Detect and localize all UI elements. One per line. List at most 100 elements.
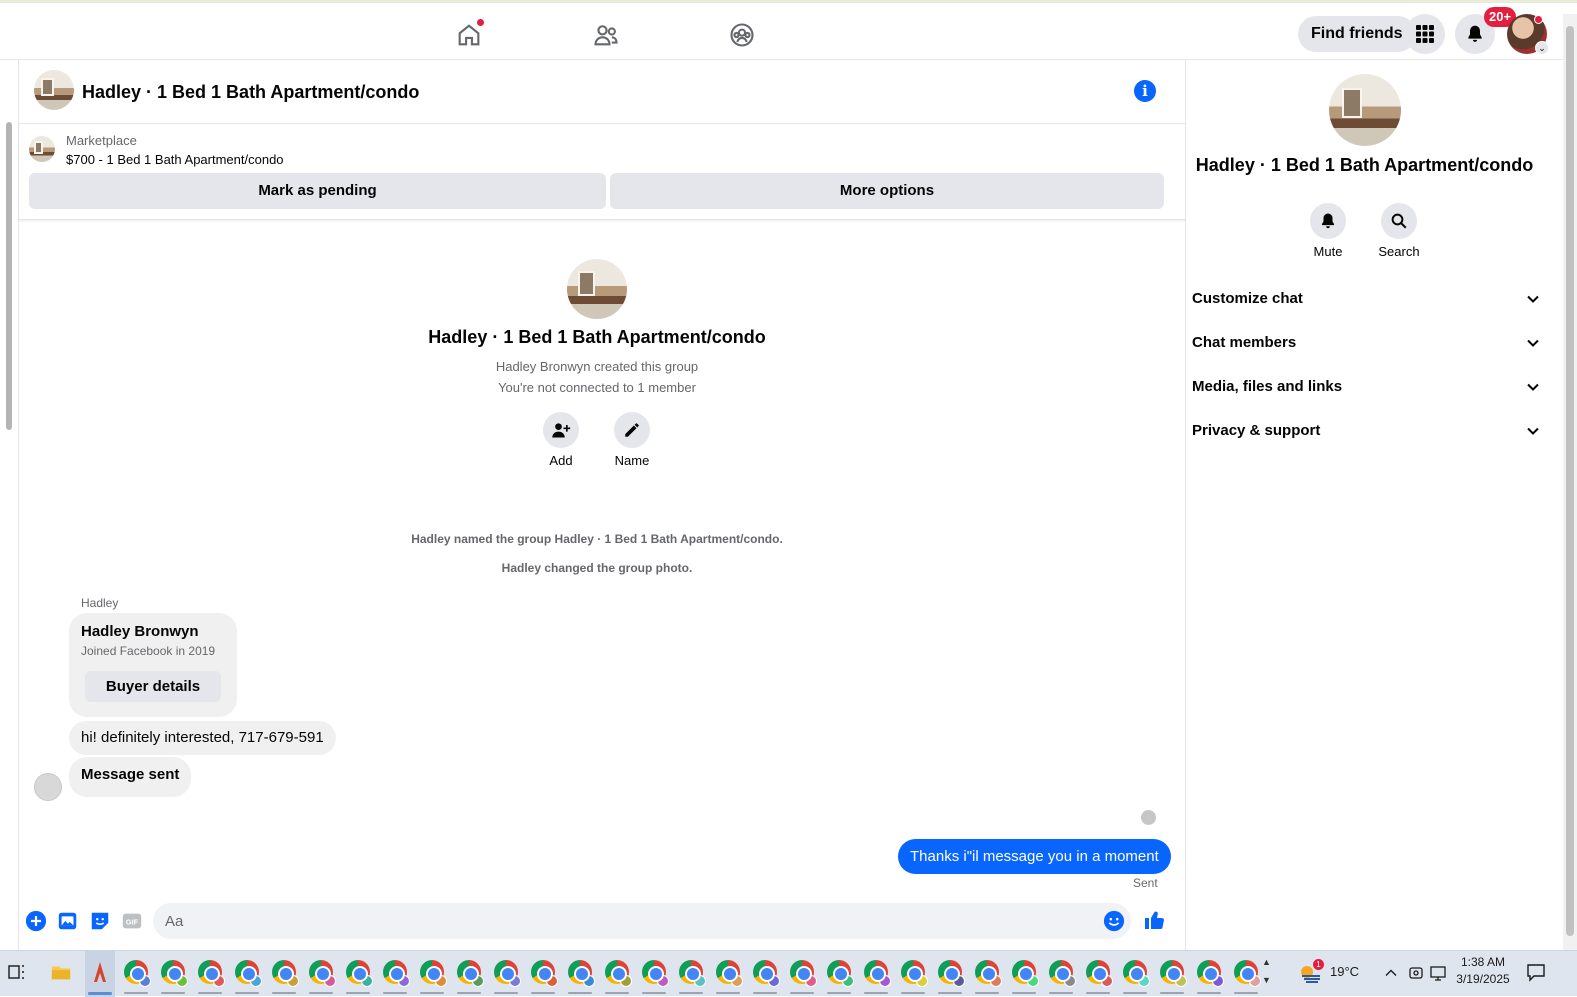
media-files-links-section[interactable]: Media, files and links: [1192, 367, 1542, 407]
notification-center-icon[interactable]: [1526, 962, 1546, 982]
message-input[interactable]: [153, 903, 1131, 939]
profile-badge-icon: [176, 975, 188, 987]
privacy-support-section[interactable]: Privacy & support: [1192, 411, 1542, 451]
chrome-browser-icon[interactable]: [642, 960, 669, 987]
chrome-browser-icon[interactable]: [124, 960, 151, 987]
sticker-icon[interactable]: [89, 910, 111, 932]
add-person-icon: [552, 423, 571, 438]
photo-icon[interactable]: [57, 910, 79, 932]
chrome-browser-icon[interactable]: [568, 960, 595, 987]
chrome-browser-icon[interactable]: [235, 960, 262, 987]
friends-nav-button[interactable]: [586, 15, 626, 55]
running-indicator: [1160, 992, 1184, 994]
gif-icon[interactable]: GIF: [121, 910, 143, 932]
system-clock[interactable]: 1:38 AM 3/19/2025: [1440, 954, 1526, 988]
chrome-browser-icon[interactable]: [161, 960, 188, 987]
chat-title[interactable]: Hadley · 1 Bed 1 Bath Apartment/condo: [82, 82, 419, 103]
chrome-browser-icon[interactable]: [1197, 960, 1224, 987]
task-view-icon[interactable]: [8, 962, 28, 982]
chevron-up-icon[interactable]: [1384, 966, 1398, 980]
running-indicator: [938, 992, 962, 994]
active-indicator: [88, 992, 112, 995]
chrome-browser-icon[interactable]: [716, 960, 743, 987]
chat-scrollbar[interactable]: [3, 110, 15, 950]
chevron-down-icon[interactable]: ⌄: [1535, 41, 1549, 55]
chat-members-section[interactable]: Chat members: [1192, 323, 1542, 363]
group-avatar[interactable]: [34, 70, 74, 110]
chrome-browser-icon[interactable]: [457, 960, 484, 987]
chrome-browser-icon[interactable]: [790, 960, 817, 987]
running-indicator: [753, 992, 777, 994]
more-options-button[interactable]: More options: [610, 173, 1164, 209]
running-indicator: [346, 992, 370, 994]
chrome-browser-icon[interactable]: [938, 960, 965, 987]
chrome-browser-icon[interactable]: [1234, 960, 1261, 987]
intro-created-by: Hadley Bronwyn created this group: [495, 359, 699, 374]
chrome-browser-icon[interactable]: [272, 960, 299, 987]
buyer-profile-card: Hadley Bronwyn Joined Facebook in 2019 B…: [69, 613, 237, 717]
profile-badge-icon: [657, 975, 669, 987]
chrome-browser-icon[interactable]: [679, 960, 706, 987]
chrome-browser-icon[interactable]: [1012, 960, 1039, 987]
search-button[interactable]: Search: [1369, 203, 1429, 259]
mute-button[interactable]: Mute: [1298, 203, 1358, 259]
running-indicator: [568, 992, 592, 994]
page-scrollbar-thumb[interactable]: [1566, 26, 1574, 936]
plus-circle-icon[interactable]: [25, 910, 47, 932]
thumbs-up-icon[interactable]: [1143, 908, 1167, 932]
add-member-button[interactable]: Add: [531, 412, 591, 468]
profile-badge-icon: [620, 975, 632, 987]
groups-nav-button[interactable]: [722, 15, 762, 55]
customize-chat-section[interactable]: Customize chat: [1192, 279, 1542, 319]
chrome-browser-icon[interactable]: [1049, 960, 1076, 987]
chrome-browser-icon[interactable]: [346, 960, 373, 987]
running-indicator: [975, 992, 999, 994]
chrome-browser-icon[interactable]: [494, 960, 521, 987]
buyer-name: Hadley Bronwyn: [81, 623, 199, 640]
chrome-browser-icon[interactable]: [309, 960, 336, 987]
chrome-browser-icon[interactable]: [1123, 960, 1150, 987]
mark-as-pending-button[interactable]: Mark as pending: [29, 173, 606, 209]
chrome-browser-icon[interactable]: [198, 960, 225, 987]
chrome-browser-icon[interactable]: [531, 960, 558, 987]
menu-grid-icon: [1416, 25, 1434, 43]
find-friends-button[interactable]: Find friends: [1298, 16, 1416, 52]
listing-thumbnail[interactable]: [29, 136, 55, 162]
home-nav-button[interactable]: [449, 15, 489, 55]
emoji-icon[interactable]: [1103, 910, 1125, 932]
add-member-label: Add: [549, 453, 573, 468]
chrome-browser-icon[interactable]: [901, 960, 928, 987]
buyer-details-button[interactable]: Buyer details: [85, 671, 221, 702]
chrome-browser-icon[interactable]: [1160, 960, 1187, 987]
info-icon[interactable]: i: [1134, 80, 1156, 102]
name-group-button[interactable]: Name: [602, 412, 662, 468]
taskbar-scroll-control[interactable]: ▲ ▼: [1262, 953, 1274, 993]
chrome-browser-icon[interactable]: [1086, 960, 1113, 987]
app-icon[interactable]: [89, 960, 111, 984]
chat-scrollbar-thumb[interactable]: [6, 122, 12, 430]
listing-title[interactable]: $700 - 1 Bed 1 Bath Apartment/condo: [66, 152, 284, 167]
incoming-message-bubble[interactable]: hi! definitely interested, 717-679-591: [69, 721, 336, 755]
listing-source: Marketplace: [66, 133, 137, 148]
chrome-browser-icon[interactable]: [383, 960, 410, 987]
profile-badge-icon: [324, 975, 336, 987]
intro-group-avatar[interactable]: [567, 259, 627, 319]
profile-badge-icon: [694, 975, 706, 987]
chrome-browser-icon[interactable]: [753, 960, 780, 987]
panel-group-avatar[interactable]: [1329, 74, 1401, 146]
profile-badge-icon: [398, 975, 410, 987]
sender-avatar[interactable]: [34, 773, 62, 801]
chrome-browser-icon[interactable]: [827, 960, 854, 987]
chrome-browser-icon[interactable]: [864, 960, 891, 987]
chrome-browser-icon[interactable]: [605, 960, 632, 987]
incoming-message-bubble[interactable]: Message sent: [69, 757, 192, 797]
weather-temperature[interactable]: 19°C: [1330, 964, 1359, 979]
menu-button[interactable]: [1405, 14, 1445, 54]
page-scrollbar[interactable]: [1563, 14, 1577, 950]
chrome-browser-icon[interactable]: [420, 960, 447, 987]
chrome-browser-icon[interactable]: [975, 960, 1002, 987]
profile-badge-icon: [435, 975, 447, 987]
file-explorer-icon[interactable]: [50, 961, 72, 983]
meet-now-icon[interactable]: [1408, 964, 1424, 982]
outgoing-message-bubble[interactable]: Thanks i"il message you in a moment: [898, 839, 1171, 874]
